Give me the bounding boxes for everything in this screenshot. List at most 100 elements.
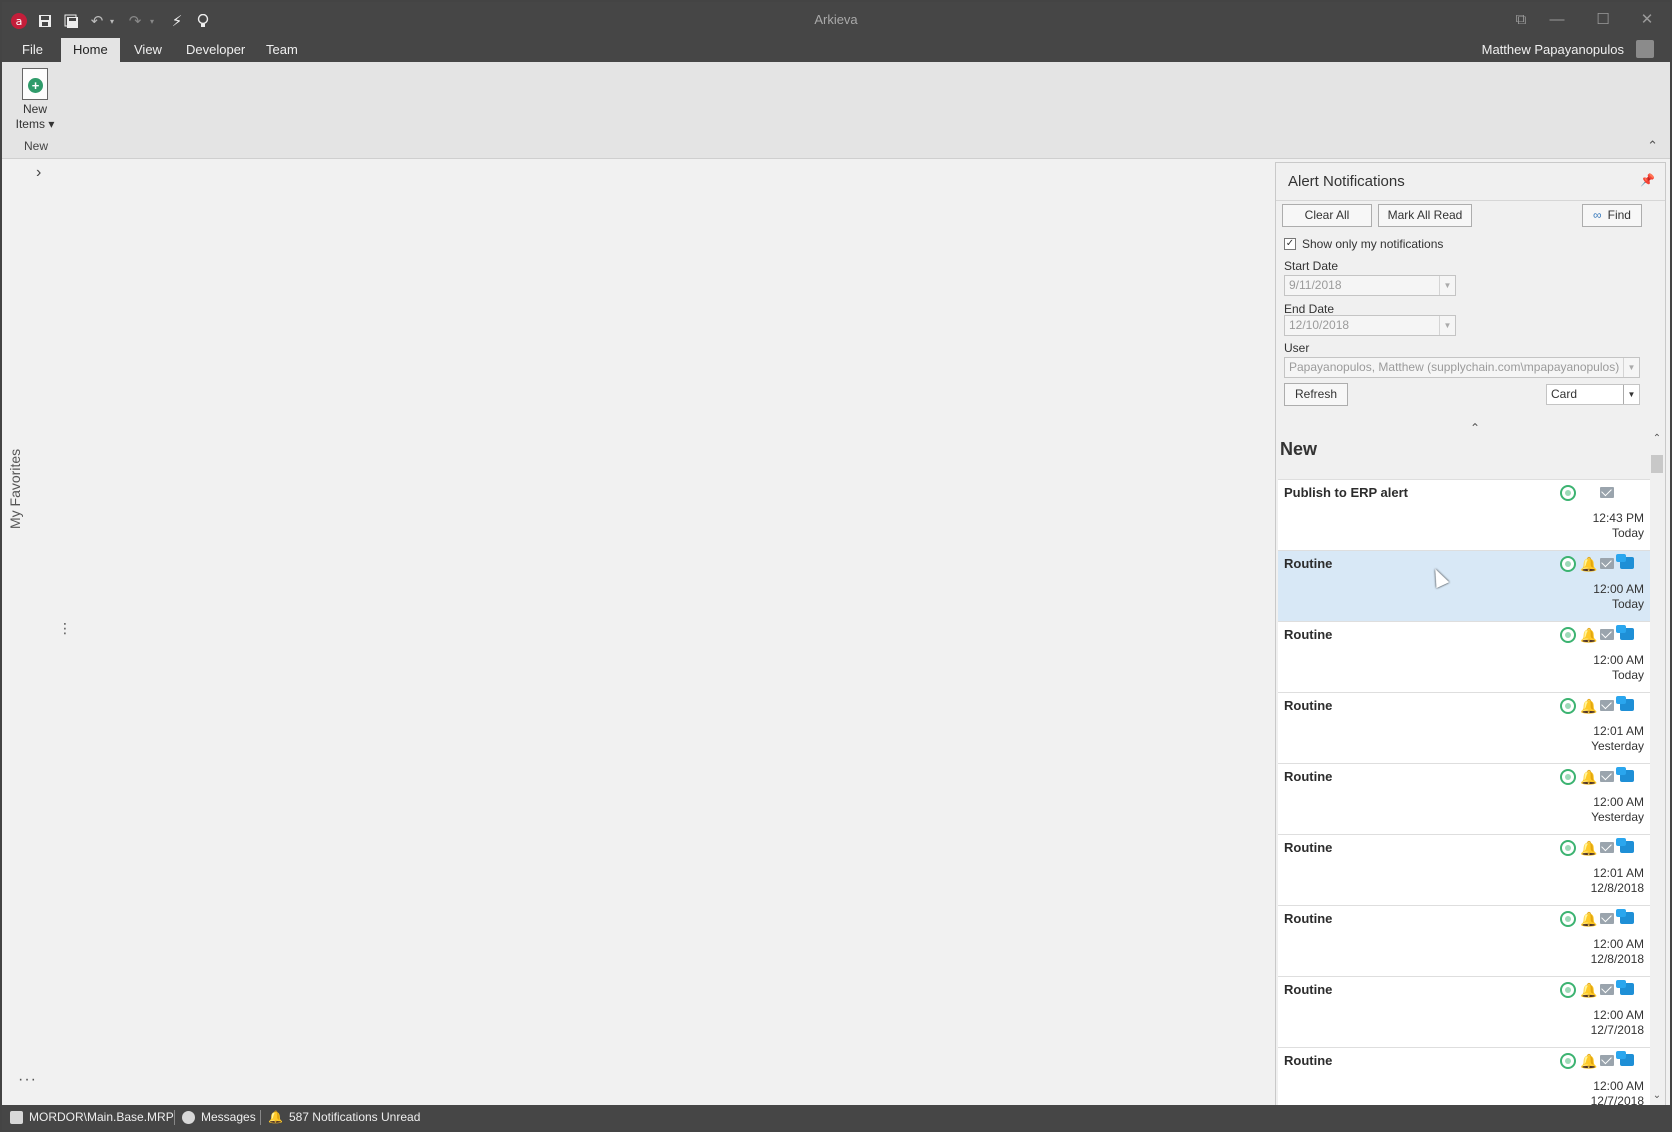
- message-icon[interactable]: [1560, 911, 1576, 927]
- message-icon[interactable]: [1560, 1053, 1576, 1069]
- notification-card[interactable]: Routine 🔔 12:00 AM 12/7/2018: [1278, 976, 1650, 1047]
- restore-layout-icon[interactable]: ⧉: [1504, 8, 1538, 32]
- chevron-down-icon[interactable]: ▼: [1623, 385, 1639, 404]
- mail-icon[interactable]: [1600, 913, 1614, 924]
- tab-developer[interactable]: Developer: [174, 38, 257, 62]
- mail-icon[interactable]: [1600, 771, 1614, 782]
- bell-icon[interactable]: 🔔: [1580, 627, 1597, 643]
- notification-card[interactable]: Routine 🔔 12:01 AM Yesterday: [1278, 692, 1650, 763]
- mail-icon[interactable]: [1600, 700, 1614, 711]
- bell-icon[interactable]: 🔔: [1580, 769, 1597, 785]
- notification-time: 12:00 AM: [1593, 937, 1644, 951]
- chat-icon[interactable]: [1616, 696, 1634, 711]
- notification-day: 12/8/2018: [1590, 952, 1644, 966]
- connection-status[interactable]: MORDOR\Main.Base.MRP: [10, 1110, 174, 1124]
- chat-icon[interactable]: [1616, 625, 1634, 640]
- notification-title: Routine: [1284, 556, 1333, 571]
- messages-status[interactable]: Messages: [182, 1110, 256, 1124]
- collapse-ribbon-icon[interactable]: ⌃: [1647, 138, 1658, 154]
- refresh-button[interactable]: Refresh: [1284, 383, 1348, 406]
- user-field[interactable]: Papayanopulos, Matthew (supplychain.com\…: [1284, 357, 1640, 378]
- tab-view[interactable]: View: [122, 38, 174, 62]
- window-title: Arkieva: [814, 12, 858, 27]
- chat-icon[interactable]: [1616, 767, 1634, 782]
- binoculars-icon: ∞: [1593, 208, 1602, 222]
- notification-card[interactable]: Publish to ERP alert 12:43 PM Today: [1278, 479, 1650, 550]
- scroll-down-icon[interactable]: ⌄: [1651, 1090, 1663, 1101]
- user-name[interactable]: Matthew Papayanopulos: [1482, 42, 1624, 57]
- notification-day: Today: [1611, 668, 1644, 682]
- mail-icon[interactable]: [1600, 842, 1614, 853]
- notifications-status[interactable]: 🔔 587 Notifications Unread: [268, 1110, 420, 1124]
- message-icon[interactable]: [1560, 840, 1576, 856]
- maximize-button[interactable]: ☐: [1586, 8, 1620, 32]
- connection-text: MORDOR\Main.Base.MRP: [29, 1110, 174, 1124]
- favorites-sidebar: › My Favorites ···: [2, 159, 54, 1105]
- find-button[interactable]: ∞ Find: [1582, 204, 1642, 227]
- chat-icon[interactable]: [1616, 1051, 1634, 1066]
- mail-icon[interactable]: [1600, 1055, 1614, 1066]
- chevron-down-icon[interactable]: ▼: [1439, 276, 1455, 295]
- tab-team[interactable]: Team: [254, 38, 310, 62]
- chat-icon[interactable]: [1616, 554, 1634, 569]
- show-only-mine-checkbox[interactable]: ✓: [1284, 238, 1296, 250]
- notification-time: 12:00 AM: [1593, 653, 1644, 667]
- more-options-button[interactable]: ···: [18, 1071, 37, 1089]
- splitter-handle[interactable]: ⋮: [58, 620, 72, 637]
- panel-title: Alert Notifications: [1288, 173, 1405, 190]
- view-mode-select[interactable]: Card ▼: [1546, 384, 1640, 405]
- notification-time: 12:00 AM: [1593, 1079, 1644, 1093]
- bell-icon[interactable]: 🔔: [1580, 911, 1597, 927]
- chat-icon[interactable]: [1616, 838, 1634, 853]
- notification-icons: 🔔: [1558, 696, 1646, 714]
- scrollbar-thumb[interactable]: [1651, 455, 1663, 473]
- scroll-up-icon[interactable]: ⌃: [1651, 433, 1663, 444]
- chat-icon[interactable]: [1616, 980, 1634, 995]
- bell-icon[interactable]: 🔔: [1580, 840, 1597, 856]
- mail-icon[interactable]: [1600, 984, 1614, 995]
- notification-card[interactable]: Routine 🔔 12:00 AM 12/8/2018: [1278, 905, 1650, 976]
- message-icon[interactable]: [1560, 627, 1576, 643]
- notification-timestamp: 12:00 AM 12/7/2018: [1591, 1008, 1644, 1038]
- tab-home[interactable]: Home: [61, 38, 120, 62]
- start-date-field[interactable]: 9/11/2018 ▼: [1284, 275, 1456, 296]
- notification-time: 12:00 AM: [1593, 582, 1644, 596]
- scrollbar[interactable]: ⌃ ⌄: [1651, 431, 1663, 1105]
- message-icon[interactable]: [1560, 982, 1576, 998]
- notification-card[interactable]: Routine 🔔 12:00 AM Yesterday: [1278, 763, 1650, 834]
- message-icon[interactable]: [1560, 769, 1576, 785]
- chat-icon[interactable]: [1616, 909, 1634, 924]
- chevron-down-icon[interactable]: ▼: [1439, 316, 1455, 335]
- mark-all-read-button[interactable]: Mark All Read: [1378, 204, 1472, 227]
- pin-icon[interactable]: 📌: [1640, 173, 1655, 187]
- close-button[interactable]: ✕: [1630, 8, 1664, 32]
- minimize-button[interactable]: —: [1540, 8, 1574, 32]
- chevron-right-icon[interactable]: ›: [36, 164, 41, 182]
- bell-icon[interactable]: 🔔: [1580, 698, 1597, 714]
- show-only-mine-label: Show only my notifications: [1302, 237, 1444, 251]
- message-icon[interactable]: [1560, 485, 1576, 501]
- bell-icon[interactable]: 🔔: [1580, 982, 1597, 998]
- mail-icon[interactable]: [1600, 558, 1614, 569]
- notification-title: Routine: [1284, 982, 1333, 997]
- ribbon-panel: + New Items ▾ New ⌃: [2, 62, 1670, 159]
- mail-icon[interactable]: [1600, 629, 1614, 640]
- notification-card[interactable]: Routine 🔔 12:00 AM Today: [1278, 621, 1650, 692]
- avatar[interactable]: [1636, 40, 1654, 58]
- favorites-label[interactable]: My Favorites: [7, 449, 23, 529]
- bell-icon[interactable]: 🔔: [1580, 1053, 1597, 1069]
- new-items-button[interactable]: + New Items ▾: [10, 66, 60, 136]
- notification-card[interactable]: Routine 🔔 12:00 AM 12/7/2018: [1278, 1047, 1650, 1105]
- notification-icons: 🔔: [1558, 767, 1646, 785]
- chevron-down-icon[interactable]: ▼: [1623, 358, 1639, 377]
- mail-icon[interactable]: [1600, 487, 1614, 498]
- message-icon[interactable]: [1560, 698, 1576, 714]
- notification-card[interactable]: Routine 🔔 12:00 AM Today: [1278, 550, 1650, 621]
- clear-all-button[interactable]: Clear All: [1282, 204, 1372, 227]
- notification-card[interactable]: Routine 🔔 12:01 AM 12/8/2018: [1278, 834, 1650, 905]
- bell-icon[interactable]: 🔔: [1580, 556, 1597, 572]
- message-icon[interactable]: [1560, 556, 1576, 572]
- notification-title: Routine: [1284, 627, 1333, 642]
- tab-file[interactable]: File: [10, 38, 55, 62]
- end-date-field[interactable]: 12/10/2018 ▼: [1284, 315, 1456, 336]
